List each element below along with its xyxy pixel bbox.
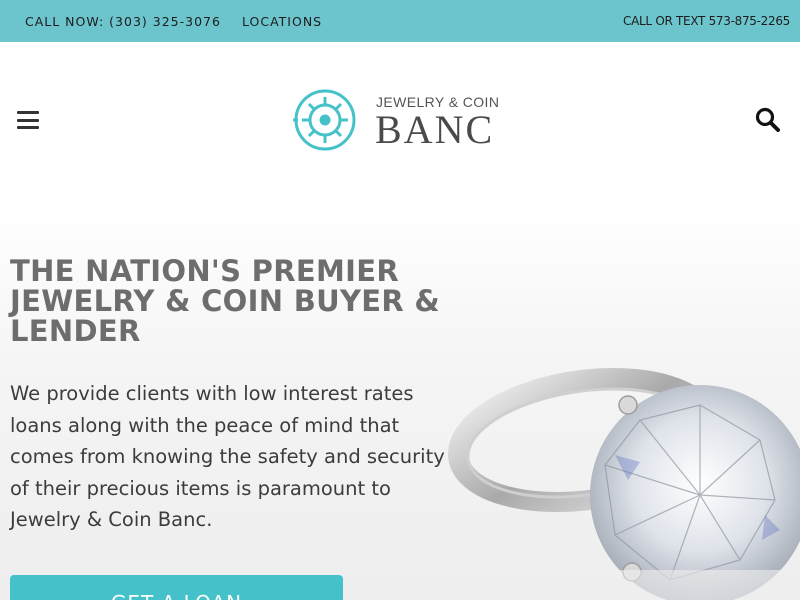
- top-bar: CALL NOW: (303) 325-3076 LOCATIONS CALL …: [0, 0, 800, 42]
- hamburger-menu-icon[interactable]: [17, 111, 39, 129]
- get-a-loan-button[interactable]: GET A LOAN: [10, 575, 343, 600]
- hero-title: THE NATION'S PREMIER JEWELRY & COIN BUYE…: [10, 254, 440, 348]
- locations-link[interactable]: LOCATIONS: [242, 14, 322, 29]
- call-now-link[interactable]: CALL NOW: (303) 325-3076: [25, 14, 221, 29]
- search-icon[interactable]: [754, 106, 782, 134]
- site-logo[interactable]: JEWELRY & COIN BANC: [290, 88, 515, 152]
- ship-wheel-logo-icon: [293, 89, 356, 151]
- hero-description: We provide clients with low interest rat…: [10, 382, 445, 531]
- call-or-text-link[interactable]: CALL OR TEXT 573-875-2265: [623, 14, 790, 28]
- logo-wordmark: BANC: [375, 107, 495, 152]
